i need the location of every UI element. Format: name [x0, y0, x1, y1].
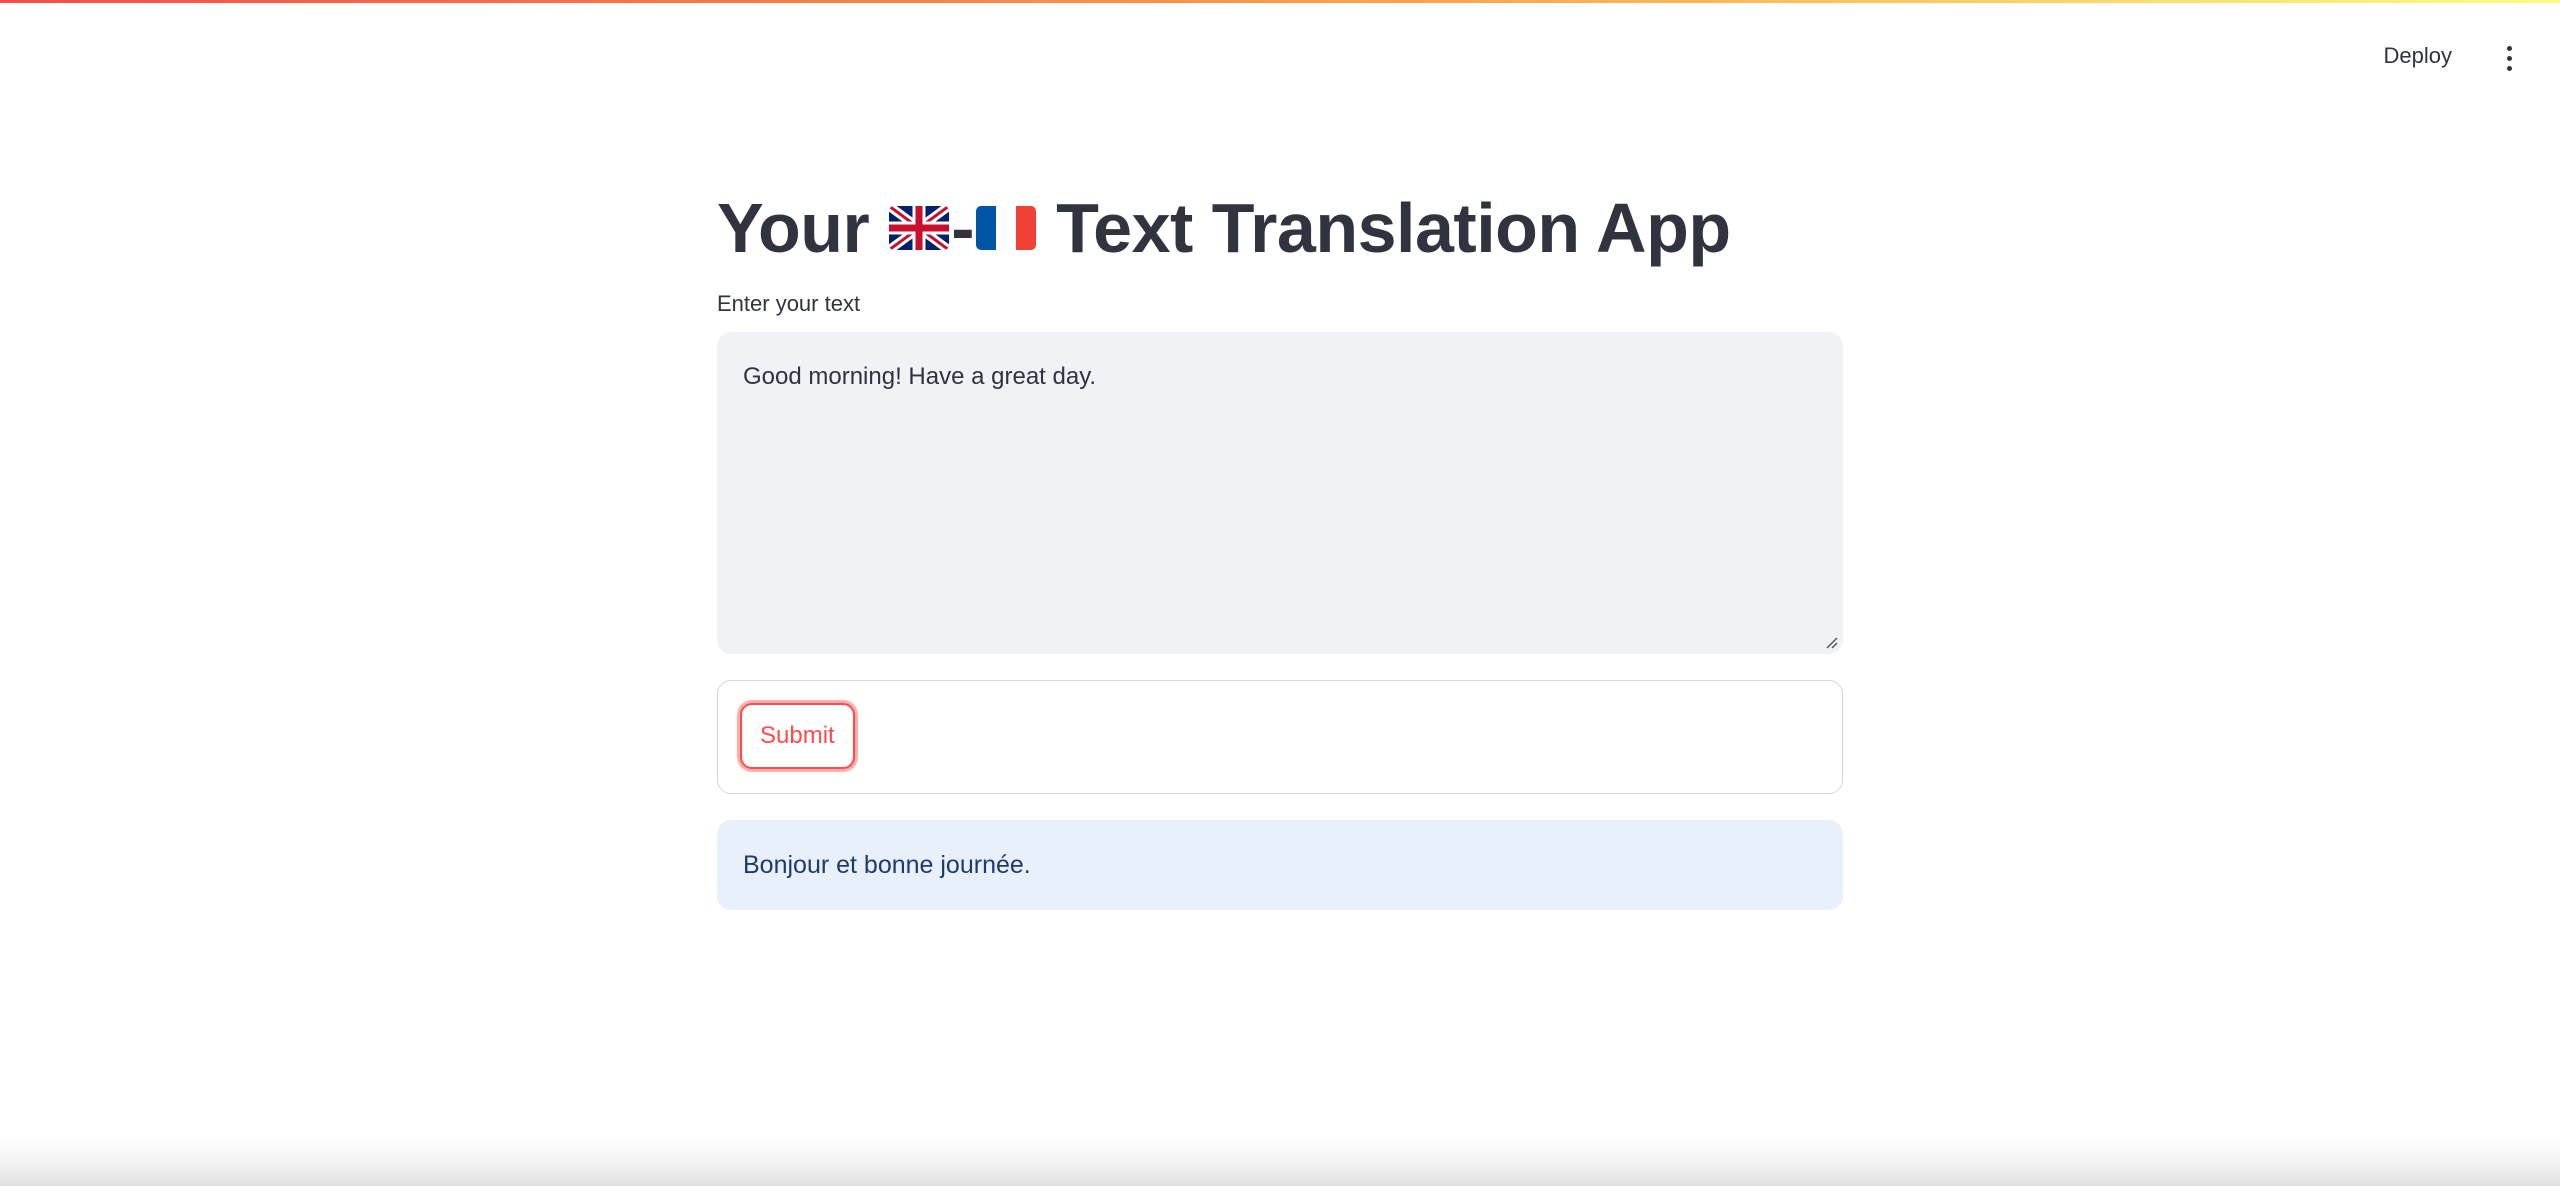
- uk-flag-icon: [889, 206, 950, 250]
- translation-result: Bonjour et bonne journée.: [717, 820, 1843, 910]
- main-content: Your - Text Translation App Enter your t…: [717, 180, 1843, 910]
- page-title: Your - Text Translation App: [717, 180, 1843, 276]
- menu-dot: [2506, 65, 2512, 71]
- submit-button[interactable]: Submit: [740, 703, 855, 769]
- menu-dot: [2506, 55, 2512, 61]
- title-separator: -: [951, 189, 975, 267]
- menu-dot: [2506, 45, 2512, 51]
- more-vertical-icon[interactable]: [2498, 40, 2520, 76]
- france-flag-icon: [976, 206, 1037, 250]
- bottom-shadow: [0, 1136, 2560, 1186]
- submit-form: Submit: [717, 680, 1843, 794]
- text-input[interactable]: [717, 332, 1843, 654]
- title-prefix: Your: [717, 189, 870, 267]
- text-input-container: [717, 332, 1843, 654]
- translation-result-text: Bonjour et bonne journée.: [743, 850, 1031, 879]
- text-input-label: Enter your text: [717, 291, 861, 316]
- app-header: Deploy: [0, 0, 2560, 96]
- resize-handle-icon[interactable]: [1823, 634, 1839, 650]
- title-suffix: Text Translation App: [1056, 189, 1731, 267]
- deploy-button[interactable]: Deploy: [2364, 36, 2472, 76]
